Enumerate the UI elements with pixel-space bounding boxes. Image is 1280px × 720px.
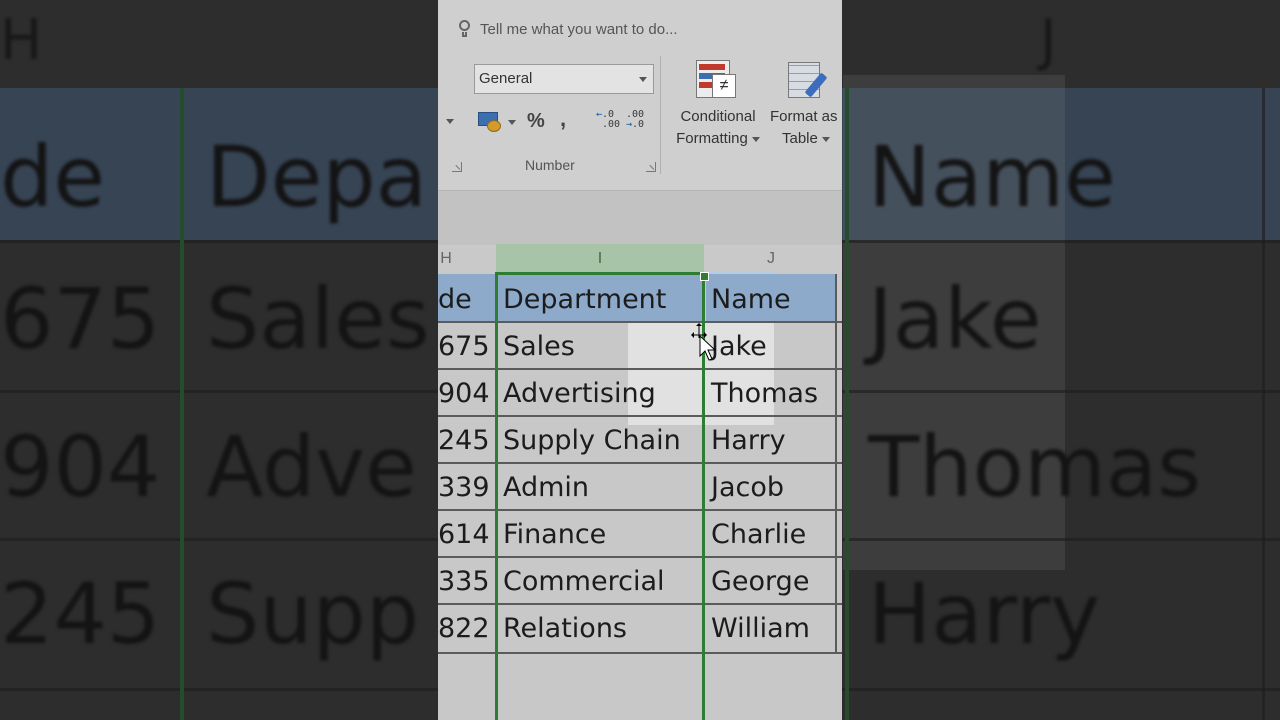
chevron-down-icon[interactable]: [446, 119, 454, 124]
chevron-down-icon: [821, 136, 830, 142]
formula-bar-area: [438, 190, 842, 245]
table-cell[interactable]: 822: [438, 603, 495, 650]
group-separator: [660, 56, 661, 174]
gridline: [835, 274, 837, 654]
table-cell[interactable]: 614: [438, 509, 495, 556]
accounting-format-button[interactable]: [478, 112, 501, 132]
percent-style-button[interactable]: %: [527, 110, 545, 133]
excel-window: Tell me what you want to do... General %…: [438, 0, 842, 720]
conditional-label: Conditional: [680, 108, 756, 125]
table-cell[interactable]: Jacob: [706, 462, 836, 509]
not-equal-glyph: ≠: [712, 74, 736, 98]
selected-column-border: [495, 274, 705, 720]
table-cell[interactable]: William: [706, 603, 836, 650]
dialog-launcher-icon[interactable]: [646, 162, 656, 172]
comma-style-button[interactable]: ,: [560, 106, 566, 132]
formatting-label: Formatting: [676, 130, 748, 147]
column-header-h[interactable]: H: [438, 244, 456, 274]
table-cell[interactable]: Jake: [706, 321, 836, 368]
format-as-table-icon[interactable]: [788, 62, 828, 102]
table-cell[interactable]: Charlie: [706, 509, 836, 556]
fill-handle[interactable]: [700, 272, 709, 281]
move-cursor-icon: [691, 323, 717, 361]
format-as-label: Format as: [770, 108, 838, 125]
number-format-value: General: [479, 70, 533, 87]
table-label: Table: [782, 130, 818, 147]
conditional-formatting-button[interactable]: Conditional Formatting: [666, 106, 770, 150]
table-cell[interactable]: de: [438, 274, 495, 321]
number-format-dropdown[interactable]: General: [474, 64, 654, 94]
tell-me-text: Tell me what you want to do...: [480, 20, 678, 38]
chevron-down-icon[interactable]: [508, 120, 516, 125]
column-header-j[interactable]: J: [706, 244, 836, 274]
dialog-launcher-icon[interactable]: [452, 162, 462, 172]
lightbulb-icon: [458, 20, 472, 38]
tell-me-box[interactable]: Tell me what you want to do...: [458, 20, 678, 38]
table-cell[interactable]: 904: [438, 368, 495, 415]
column-header-i[interactable]: I: [496, 244, 704, 274]
table-cell[interactable]: Harry: [706, 415, 836, 462]
table-cell[interactable]: 245: [438, 415, 495, 462]
decrease-decimal-button[interactable]: .00 →.0: [626, 110, 644, 130]
chevron-down-icon: [751, 136, 760, 142]
selected-column-border-top: [495, 272, 705, 275]
table-cell[interactable]: 335: [438, 556, 495, 603]
number-group-label: Number: [525, 157, 575, 173]
chevron-down-icon: [639, 77, 647, 82]
increase-decimal-button[interactable]: ←.0.00: [596, 110, 620, 130]
conditional-formatting-icon[interactable]: ≠: [696, 60, 736, 102]
table-cell[interactable]: 675: [438, 321, 495, 368]
table-cell[interactable]: Thomas: [706, 368, 836, 415]
table-cell[interactable]: 339: [438, 462, 495, 509]
table-cell[interactable]: Name: [706, 274, 836, 321]
coin-icon: [487, 120, 501, 132]
ribbon: Tell me what you want to do... General %…: [438, 0, 842, 190]
table-cell[interactable]: George: [706, 556, 836, 603]
format-as-table-button[interactable]: Format as Table: [770, 106, 842, 150]
